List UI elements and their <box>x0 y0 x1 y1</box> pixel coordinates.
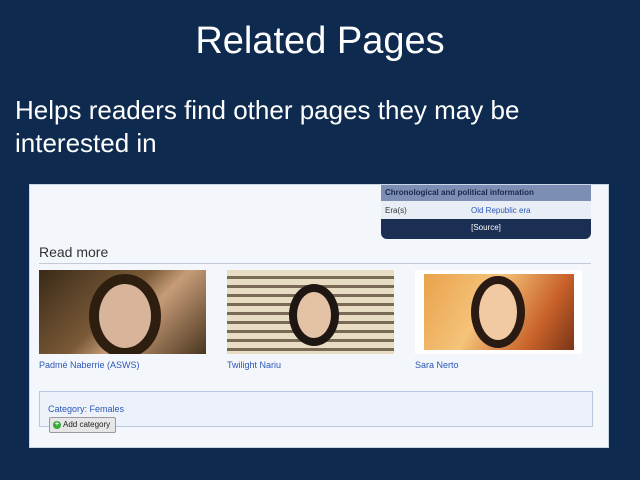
category-box: Category: Females + Add category <box>39 391 593 433</box>
read-more-link-3[interactable]: Sara Nerto <box>415 360 459 370</box>
wiki-screenshot: Chronological and political information … <box>29 184 609 448</box>
read-more-thumbnail-3[interactable] <box>415 270 582 354</box>
category-link[interactable]: Category: Females <box>48 404 124 414</box>
infobox-row-era: Era(s) Old Republic era <box>381 201 591 219</box>
infobox-row-value-link[interactable]: Old Republic era <box>471 206 531 215</box>
infobox-header: Chronological and political information <box>381 185 591 201</box>
infobox-row-label: Era(s) <box>385 206 407 215</box>
read-more-link-2[interactable]: Twilight Nariu <box>227 360 281 370</box>
add-category-label: Add category <box>63 420 111 429</box>
slide-body-text: Helps readers find other pages they may … <box>15 95 520 158</box>
infobox-source-link[interactable]: [Source] <box>381 219 591 232</box>
portrait-image <box>99 284 151 348</box>
plus-circle-icon: + <box>53 421 61 429</box>
slide-title: Related Pages <box>195 20 445 62</box>
read-more-thumbnail-2[interactable] <box>227 270 394 354</box>
infobox: Chronological and political information … <box>381 185 591 239</box>
portrait-image <box>424 274 574 350</box>
portrait-image <box>297 292 331 338</box>
read-more-link-1[interactable]: Padmé Naberrie (ASWS) <box>39 360 140 370</box>
portrait-face <box>479 284 517 340</box>
read-more-heading: Read more <box>39 244 591 264</box>
add-category-button[interactable]: + Add category <box>49 417 117 433</box>
read-more-thumbnail-1[interactable] <box>39 270 206 354</box>
